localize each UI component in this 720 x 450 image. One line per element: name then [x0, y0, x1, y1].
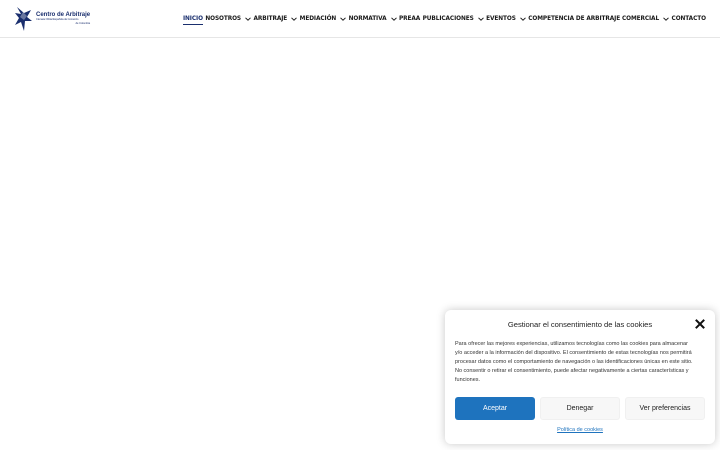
main-nav: INICIO NOSOTROS ARBITRAJE MEDIACIÓN NORM…	[183, 0, 706, 38]
chevron-down-icon	[291, 17, 298, 21]
nav-item-label: EVENTOS	[486, 16, 516, 22]
nav-item-label: NOSOTROS	[205, 16, 242, 22]
nav-item-label: PUBLICACIONES	[422, 16, 474, 22]
cookie-button-row: Aceptar Denegar Ver preferencias	[455, 397, 705, 420]
chevron-down-icon	[340, 17, 347, 21]
site-header: Centro de Arbitraje Cámara Oficial Españ…	[0, 0, 720, 38]
nav-item-label: NORMATIVA	[348, 16, 387, 22]
nav-item-contacto[interactable]: CONTACTO	[672, 0, 706, 38]
site-logo[interactable]: Centro de Arbitraje Cámara Oficial Españ…	[15, 6, 90, 32]
nav-item-eventos[interactable]: EVENTOS	[486, 0, 526, 38]
nav-item-label: ARBITRAJE	[253, 16, 288, 22]
logo-mark-icon	[15, 7, 32, 31]
nav-item-label: INICIO	[183, 16, 203, 22]
accept-button[interactable]: Aceptar	[455, 397, 535, 420]
nav-item-label: COMPETENCIA DE ARBITRAJE COMERCIAL	[528, 16, 660, 22]
view-preferences-button[interactable]: Ver preferencias	[625, 397, 705, 420]
nav-item-label: CONTACTO	[671, 16, 706, 22]
chevron-down-icon	[519, 17, 526, 21]
cookie-dialog-text: Para ofrecer las mejores experiencias, u…	[455, 341, 693, 383]
chevron-down-icon	[390, 17, 397, 21]
nav-item-inicio[interactable]: INICIO	[183, 0, 203, 38]
cookie-policy-link[interactable]: Política de cookies	[445, 427, 715, 433]
chevron-down-icon	[663, 17, 669, 21]
cookie-dialog-title: Gestionar el consentimiento de las cooki…	[507, 320, 653, 329]
logo-text: Centro de Arbitraje Cámara Oficial Españ…	[36, 12, 90, 25]
nav-item-arbitraje[interactable]: ARBITRAJE	[254, 0, 298, 38]
nav-item-nosotros[interactable]: NOSOTROS	[205, 0, 251, 38]
logo-subtitle-2: de Colombia	[75, 22, 91, 25]
nav-item-mediacion[interactable]: MEDIACIÓN	[299, 0, 347, 38]
close-icon[interactable]	[695, 319, 705, 329]
nav-item-normativa[interactable]: NORMATIVA	[349, 0, 397, 38]
nav-item-preaa[interactable]: PREAA	[399, 0, 420, 38]
deny-button[interactable]: Denegar	[540, 397, 620, 420]
chevron-down-icon	[245, 17, 251, 21]
nav-item-publicaciones[interactable]: PUBLICACIONES	[423, 0, 484, 38]
nav-item-label: MEDIACIÓN	[299, 16, 337, 22]
cookie-consent-dialog: Gestionar el consentimiento de las cooki…	[445, 310, 715, 444]
chevron-down-icon	[477, 17, 484, 21]
nav-item-competencia[interactable]: COMPETENCIA DE ARBITRAJE COMERCIAL	[528, 0, 669, 38]
page: Centro de Arbitraje Cámara Oficial Españ…	[0, 0, 720, 450]
nav-item-label: PREAA	[399, 16, 421, 22]
